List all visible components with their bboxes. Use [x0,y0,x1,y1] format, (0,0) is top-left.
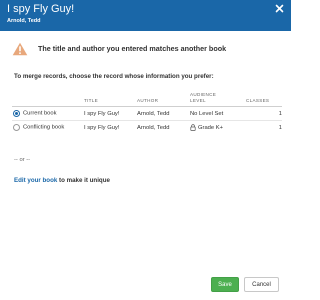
lock-icon [190,124,196,131]
dialog-subtitle: Arnold, Tedd [7,18,41,24]
audience-header-label: AUDIENCE LEVEL [190,92,217,103]
column-header-classes: CLASSES [246,92,282,107]
column-header-author: AUTHOR [137,92,190,107]
cancel-button[interactable]: Cancel [244,277,279,292]
or-separator: -- or -- [14,157,31,163]
table-row[interactable]: Current book I spy Fly Guy! Arnold, Tedd… [12,106,282,121]
merge-dialog: I spy Fly Guy! Arnold, Tedd The title an… [0,0,291,300]
cell-author: Arnold, Tedd [137,124,170,131]
cell-title: I spy Fly Guy! [84,106,137,121]
record-choice-conflicting[interactable]: Conflicting book [12,121,84,135]
merge-table: TITLE AUTHOR AUDIENCE LEVEL CLASSES Curr… [12,92,282,134]
conflicting-book-radio[interactable] [13,123,20,131]
warning-banner: The title and author you entered matches… [12,42,282,58]
audience-level-text: Grade K+ [198,125,223,132]
record-choice-current[interactable]: Current book [12,106,84,121]
cell-title: I spy Fly Guy! [84,124,120,131]
table-row[interactable]: Conflicting book I spy Fly Guy! Arnold, … [12,121,282,135]
edit-book-line: Edit your book to make it unique [14,177,110,184]
edit-book-suffix: to make it unique [57,177,110,184]
cell-classes: 1 [246,106,282,121]
cell-audience-level: No Level Set [190,106,246,121]
row-label: Conflicting book [23,124,65,131]
close-icon[interactable] [274,3,285,14]
warning-icon [12,42,28,56]
edit-book-link[interactable]: Edit your book [14,177,57,184]
cell-audience-level: Grade K+ [190,121,246,135]
row-label: Current book [23,110,57,117]
column-header-title: TITLE [84,92,137,107]
table-header-row: TITLE AUTHOR AUDIENCE LEVEL CLASSES [12,92,282,107]
dialog-header: I spy Fly Guy! Arnold, Tedd [0,0,291,31]
current-book-radio[interactable] [13,109,20,117]
cell-classes: 1 [278,124,282,131]
cell-author: Arnold, Tedd [137,106,190,121]
merge-instruction: To merge records, choose the record whos… [14,73,214,80]
warning-text: The title and author you entered matches… [38,44,227,53]
column-header-select [12,92,84,107]
save-button[interactable]: Save [211,277,239,292]
dialog-title: I spy Fly Guy! [7,3,75,15]
column-header-audience-level: AUDIENCE LEVEL [190,92,246,107]
